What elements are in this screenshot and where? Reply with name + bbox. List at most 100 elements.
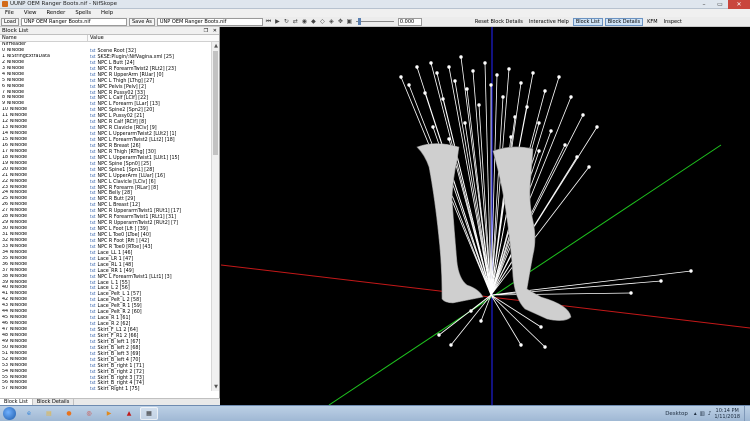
bone-node[interactable] — [563, 143, 567, 147]
table-row[interactable]: 57 NiNode txt Skirt_Right 1 [75] — [0, 386, 212, 391]
bone-node[interactable] — [489, 83, 493, 87]
play-icon[interactable]: ▶ — [274, 18, 281, 25]
bone-node[interactable] — [447, 65, 451, 69]
bone-node[interactable] — [595, 125, 599, 129]
slider-knob[interactable] — [357, 18, 361, 25]
bone-node[interactable] — [453, 79, 457, 83]
bone-node[interactable] — [399, 75, 403, 79]
save-as-button[interactable]: Save As — [129, 17, 155, 26]
chrome-icon[interactable]: ◎ — [80, 407, 98, 420]
bone-node[interactable] — [423, 91, 427, 95]
volume-icon[interactable]: ♪ — [708, 411, 712, 417]
maximize-icon[interactable]: ▭ — [712, 0, 728, 9]
bone-node[interactable] — [659, 279, 663, 283]
float-icon[interactable]: ❐ — [204, 28, 208, 34]
bone-node[interactable] — [435, 71, 439, 75]
scroll-down-icon[interactable]: ▼ — [212, 383, 220, 391]
bone-node[interactable] — [477, 103, 481, 107]
frame-field[interactable]: 0.000 — [397, 17, 422, 26]
bone-node[interactable] — [537, 121, 541, 125]
firefox-icon[interactable]: ● — [60, 407, 78, 420]
save-path-field[interactable]: UNP OEM Ranger Boots.nif — [156, 17, 263, 26]
minimize-icon[interactable]: – — [696, 0, 712, 9]
start-button-icon[interactable] — [3, 407, 16, 420]
bone-node[interactable] — [507, 67, 511, 71]
inspect-button[interactable]: Inspect — [661, 19, 685, 25]
scroll-up-icon[interactable]: ▲ — [212, 42, 220, 50]
bone-node[interactable] — [557, 75, 561, 79]
menu-view[interactable]: View — [19, 10, 42, 16]
screenshot-icon[interactable]: ▣ — [346, 18, 353, 25]
bone-node[interactable] — [569, 95, 573, 99]
render-viewport[interactable] — [221, 27, 750, 405]
bone-node[interactable] — [407, 83, 411, 87]
menu-spells[interactable]: Spells — [70, 10, 96, 16]
bone-node[interactable] — [449, 343, 453, 347]
scene-canvas[interactable] — [221, 27, 750, 405]
first-frame-icon[interactable]: ⏮ — [265, 18, 272, 25]
bone-node[interactable] — [415, 65, 419, 69]
bone-node[interactable] — [465, 87, 469, 91]
bone-node[interactable] — [469, 309, 473, 313]
bone-node[interactable] — [441, 97, 445, 101]
panel-close-icon[interactable]: ✕ — [213, 28, 217, 34]
column-value[interactable]: Value — [88, 35, 104, 41]
bone-node[interactable] — [429, 61, 433, 65]
view-front-icon[interactable]: ◇ — [319, 18, 326, 25]
bone-node[interactable] — [629, 291, 633, 295]
desktop-toolbar-label[interactable]: Desktop — [665, 411, 688, 417]
bone-node[interactable] — [531, 71, 535, 75]
bone-node[interactable] — [437, 333, 441, 337]
kfm-button[interactable]: KFM — [644, 19, 660, 25]
view-side-icon[interactable]: ◈ — [328, 18, 335, 25]
bone-node[interactable] — [543, 345, 547, 349]
bone-node[interactable] — [537, 149, 541, 153]
bone-node[interactable] — [581, 113, 585, 117]
media-player-icon[interactable]: ▶ — [100, 407, 118, 420]
reset-block-details-button[interactable]: Reset Block Details — [472, 19, 526, 25]
bone-node[interactable] — [539, 325, 543, 329]
bone-node[interactable] — [431, 125, 435, 129]
block-list-scrollbar[interactable]: ▲ ▼ — [211, 42, 219, 391]
explorer-icon[interactable]: ▤ — [40, 407, 58, 420]
scroll-thumb[interactable] — [213, 51, 218, 155]
acrobat-icon[interactable]: ▲ — [120, 407, 138, 420]
bone-node[interactable] — [459, 55, 463, 59]
block-list-toggle[interactable]: Block List — [572, 17, 603, 26]
bone-node[interactable] — [463, 121, 467, 125]
nifskope-icon[interactable]: ▦ — [140, 407, 158, 420]
bone-node[interactable] — [543, 89, 547, 93]
bone-node[interactable] — [483, 61, 487, 65]
bone-node[interactable] — [689, 269, 693, 273]
bone-node[interactable] — [501, 95, 505, 99]
show-desktop-button[interactable] — [744, 405, 750, 421]
ie-icon[interactable]: e — [20, 407, 38, 420]
column-name[interactable]: Name — [0, 35, 88, 41]
loop-icon[interactable]: ↻ — [283, 18, 290, 25]
time-slider[interactable] — [355, 18, 394, 25]
block-details-toggle[interactable]: Block Details — [604, 17, 644, 26]
tray-expand-icon[interactable]: ▴ — [694, 411, 697, 417]
bone-node[interactable] — [549, 129, 553, 133]
bone-node[interactable] — [479, 319, 483, 323]
bone-node[interactable] — [519, 343, 523, 347]
bone-node[interactable] — [519, 81, 523, 85]
switch-icon[interactable]: ⇄ — [292, 18, 299, 25]
close-icon[interactable]: ✕ — [728, 0, 750, 9]
menu-render[interactable]: Render — [41, 10, 70, 16]
network-icon[interactable]: ▥ — [700, 411, 705, 417]
interactive-help-button[interactable]: Interactive Help — [526, 19, 572, 25]
menu-help[interactable]: Help — [96, 10, 118, 16]
bone-node[interactable] — [509, 135, 513, 139]
bone-node[interactable] — [447, 137, 451, 141]
bone-node[interactable] — [495, 73, 499, 77]
load-button[interactable]: Load — [1, 17, 19, 26]
bone-node[interactable] — [471, 69, 475, 73]
clock[interactable]: 10:14 PM 1/11/2018 — [714, 408, 740, 420]
view-top-icon[interactable]: ◆ — [310, 18, 317, 25]
menu-file[interactable]: File — [0, 10, 19, 16]
load-path-field[interactable]: UNP OEM Ranger Boots.nif — [21, 17, 127, 26]
bone-node[interactable] — [587, 165, 591, 169]
walk-icon[interactable]: ✥ — [337, 18, 344, 25]
camera-icon[interactable]: ◉ — [301, 18, 308, 25]
